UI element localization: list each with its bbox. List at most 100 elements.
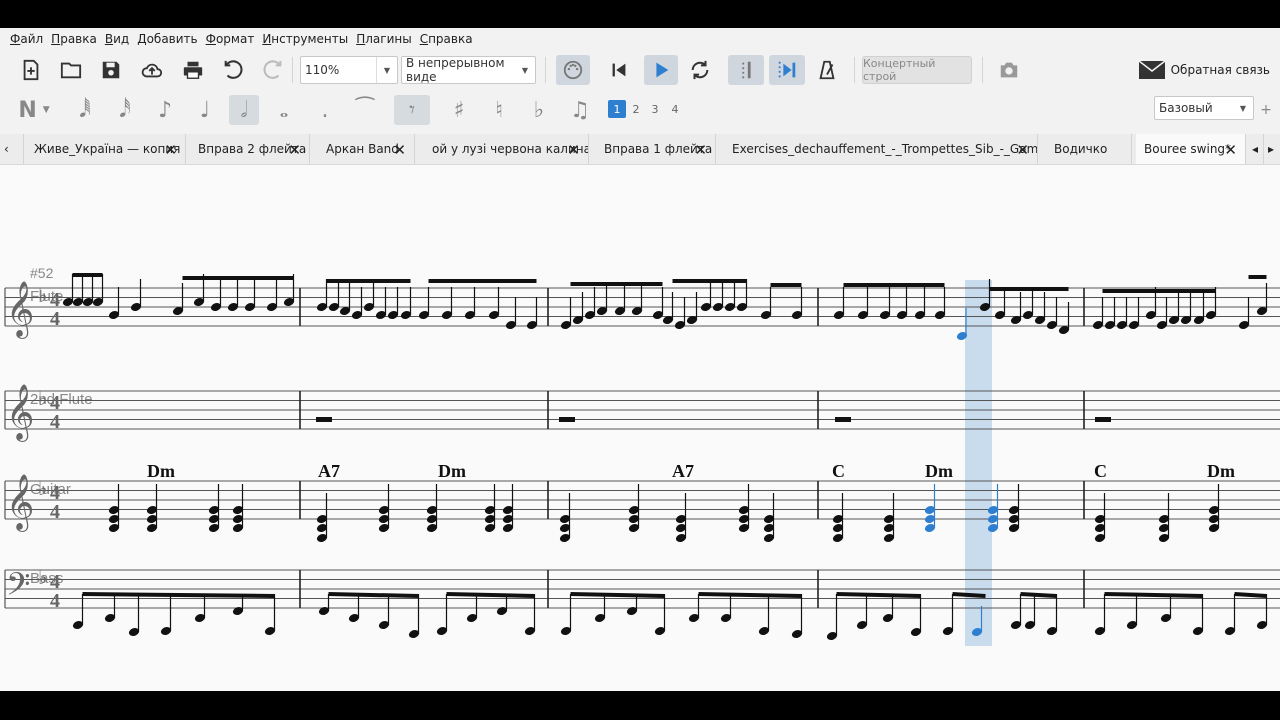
image-capture-button[interactable]	[994, 55, 1024, 85]
menu-format[interactable]: Формат	[206, 32, 255, 46]
menu-help[interactable]: Справка	[420, 32, 473, 46]
whole-note-icon[interactable]: 𝅝	[269, 95, 299, 125]
treble-clef-icon: 𝄞	[6, 282, 34, 339]
beam	[1104, 592, 1203, 598]
menu-plugins[interactable]: Плагины	[356, 32, 411, 46]
zoom-combo[interactable]: 110% ▼	[300, 56, 398, 84]
concert-pitch-button[interactable]: Концертный строй	[862, 56, 972, 84]
thirty-second-note-icon[interactable]: 𝅘𝅥𝅰	[110, 95, 140, 125]
chord-symbol[interactable]: Dm	[147, 461, 175, 481]
beam	[698, 592, 802, 598]
half-note-icon[interactable]: 𝅗𝅥	[229, 95, 259, 125]
tab-score[interactable]: ой у лузі червона калина ✕	[424, 134, 589, 164]
chevron-right-icon: ▸	[1268, 142, 1275, 156]
time-signature: 4	[50, 501, 60, 523]
eighth-note-icon[interactable]: ♪	[150, 95, 180, 125]
feedback-button[interactable]: Обратная связь	[1138, 56, 1270, 84]
close-icon[interactable]: ✕	[694, 141, 707, 159]
chevron-left-icon: ‹	[4, 142, 9, 156]
midi-input-button[interactable]	[556, 55, 590, 85]
undo-icon	[224, 60, 243, 79]
redo-button[interactable]	[258, 55, 288, 85]
chevron-down-icon[interactable]: ▼	[515, 57, 535, 83]
chord-symbol[interactable]: Dm	[438, 461, 466, 481]
natural-icon[interactable]: ♮	[484, 95, 514, 125]
voice-4-button[interactable]: 4	[666, 100, 684, 118]
save-button[interactable]	[96, 55, 126, 85]
chord-symbol[interactable]: Dm	[1207, 461, 1235, 481]
chord-symbol[interactable]: Dm	[925, 461, 953, 481]
menu-tools[interactable]: Инструменты	[262, 32, 348, 46]
play-repeats-button[interactable]	[769, 55, 805, 85]
chord-symbol[interactable]: A7	[672, 461, 694, 481]
play-button[interactable]	[644, 55, 678, 85]
play-icon	[656, 62, 669, 78]
close-icon[interactable]: ✕	[288, 141, 301, 159]
menu-add[interactable]: Добавить	[137, 32, 197, 46]
flat-icon[interactable]: ♭	[524, 95, 554, 125]
menu-file[interactable]: Файл	[10, 32, 43, 46]
sixty-fourth-note-icon[interactable]: 𝅘𝅥𝅱	[70, 95, 100, 125]
tab-score[interactable]: Вправа 1 флейта ✕	[596, 134, 716, 164]
chord-symbol[interactable]: C	[1094, 461, 1107, 481]
tab-score[interactable]: Водичко	[1046, 134, 1132, 164]
flip-direction-icon[interactable]: ♫	[565, 95, 595, 125]
tab-score[interactable]: Exercises_dechauffement_-_Trompettes_Sib…	[724, 134, 1038, 164]
chord-symbol[interactable]: A7	[318, 461, 340, 481]
voice-1-button[interactable]: 1	[608, 100, 626, 118]
score-svg[interactable]: #52 Flute 2nd Flute Guitar Bass Dm A7 Dm…	[0, 165, 1280, 691]
loop-in-button[interactable]	[728, 55, 764, 85]
note-input-toolbar: N ▼ 𝅘𝅥𝅱 𝅘𝅥𝅰 ♪ ♩ 𝅗𝅥 𝅝 . ⁀ 𝄾 ♯ ♮ ♭ ♫ 1 2 3 …	[0, 92, 1280, 128]
voice-3-button[interactable]: 3	[646, 100, 664, 118]
quarter-note-icon[interactable]: ♩	[190, 95, 220, 125]
separator	[545, 57, 546, 83]
midi-icon	[563, 60, 583, 80]
score-canvas[interactable]: #52 Flute 2nd Flute Guitar Bass Dm A7 Dm…	[0, 165, 1280, 691]
flat-icon: ♭	[38, 388, 47, 410]
close-icon[interactable]: ✕	[164, 141, 177, 159]
rest-icon[interactable]: 𝄾	[394, 95, 430, 125]
tab-score[interactable]: Вправа 2 флейта ✕	[190, 134, 310, 164]
close-icon[interactable]: ✕	[1016, 141, 1029, 159]
view-mode-combo[interactable]: В непрерывном виде ▼	[401, 56, 536, 84]
chevron-down-icon[interactable]: ▼	[1233, 97, 1253, 119]
menu-view[interactable]: Вид	[105, 32, 129, 46]
treble-clef-icon: 𝄞	[6, 385, 34, 442]
new-score-button[interactable]	[16, 55, 46, 85]
tab-score-active[interactable]: Bouree swing* ✕	[1136, 134, 1246, 164]
tab-label: ой у лузі червона калина	[432, 142, 589, 156]
loop-button[interactable]	[685, 55, 715, 85]
add-workspace-icon[interactable]: +	[1258, 95, 1274, 125]
chevron-down-icon[interactable]: ▼	[376, 57, 397, 83]
tab-scroll-left[interactable]: ◂	[1248, 134, 1264, 164]
notation[interactable]: 𝄞 ♭ 44𝄞 ♭ 44𝄞 ♭ 44𝄢 ♭ 44	[4, 273, 1280, 641]
close-icon[interactable]: ✕	[1224, 141, 1237, 159]
tab-score[interactable]: Живе_Україна — копия ✕	[26, 134, 186, 164]
separator	[854, 57, 855, 83]
print-button[interactable]	[178, 55, 208, 85]
voice-2-button[interactable]: 2	[627, 100, 645, 118]
close-icon[interactable]: ✕	[567, 141, 580, 159]
menu-edit[interactable]: Правка	[51, 32, 97, 46]
metronome-button[interactable]	[812, 55, 842, 85]
note-input-mode-button[interactable]: N ▼	[14, 95, 54, 125]
tab-scroll-left[interactable]: ‹	[0, 134, 24, 164]
workspace-combo[interactable]: Базовый ▼	[1154, 96, 1254, 120]
tie-icon[interactable]: ⁀	[350, 95, 380, 125]
chord-symbol[interactable]: C	[832, 461, 845, 481]
flat-icon: ♭	[38, 478, 47, 500]
sharp-icon[interactable]: ♯	[444, 95, 474, 125]
score-tabs: ‹ Живе_Україна — копия ✕ Вправа 2 флейта ✕…	[0, 134, 1280, 165]
close-icon[interactable]: ✕	[393, 141, 406, 159]
upload-online-button[interactable]	[137, 55, 167, 85]
tab-scroll-right[interactable]: ▸	[1264, 134, 1280, 164]
tab-label: Водичко	[1054, 142, 1108, 156]
tab-label: Живе_Україна — копия	[34, 142, 181, 156]
loop-icon	[691, 60, 709, 80]
cloud-upload-icon	[141, 63, 163, 78]
tab-score[interactable]: Аркан Band ✕	[318, 134, 415, 164]
rewind-button[interactable]	[604, 55, 634, 85]
open-button[interactable]	[56, 55, 86, 85]
undo-button[interactable]	[218, 55, 248, 85]
dot-icon[interactable]: .	[310, 95, 340, 125]
